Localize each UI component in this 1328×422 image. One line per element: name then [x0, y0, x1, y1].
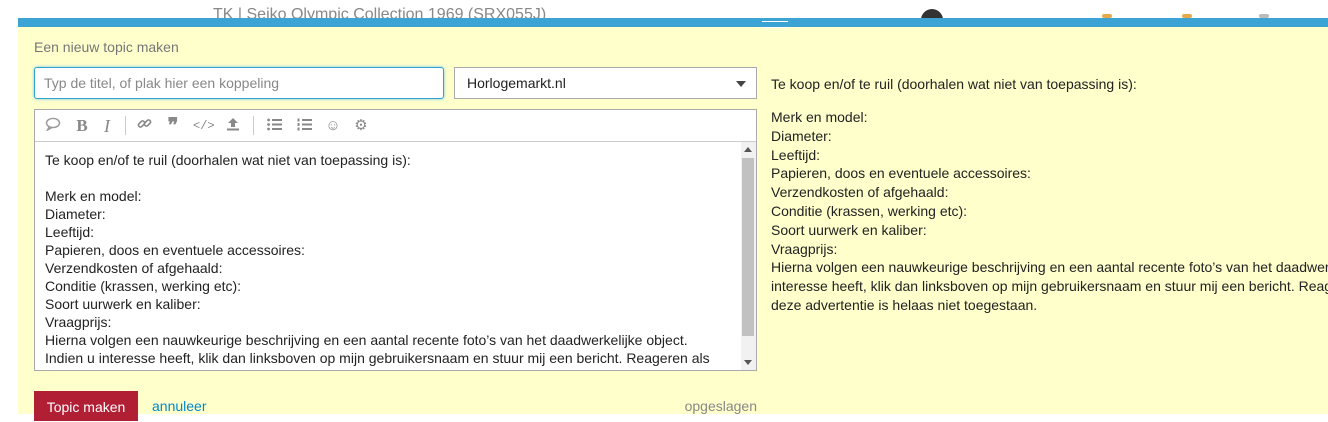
scrollbar-thumb[interactable]: [742, 158, 754, 336]
link-icon[interactable]: [134, 116, 154, 136]
preview-line: Soort uurwerk en kaliber:: [771, 221, 927, 238]
title-input[interactable]: [34, 67, 444, 99]
preview-line: deze advertentie is helaas niet toegesta…: [771, 296, 1038, 313]
toolbar-divider: [125, 116, 126, 135]
toolbar-divider: [253, 116, 254, 135]
blockquote-icon[interactable]: ❞: [163, 116, 183, 136]
preview-line: Leeftijd:: [771, 146, 821, 163]
preview-line: interesse heeft, klik dan linksboven op …: [771, 278, 1328, 295]
chevron-down-icon: [736, 81, 746, 87]
reply-textarea[interactable]: Te koop en/of te ruil (doorhalen wat nie…: [35, 142, 740, 370]
gear-icon[interactable]: ⚙: [351, 116, 371, 136]
background-topic-header: TK | Seiko Olympic Collection 1969 (SRX0…: [0, 0, 1328, 18]
background-avatar: [921, 9, 943, 18]
editor-toolbar: B I ❞ </> ☺ ⚙: [35, 110, 756, 142]
upload-icon[interactable]: [223, 116, 243, 136]
preview-line: Diameter:: [771, 127, 832, 144]
category-value: Horlogemarkt.nl: [467, 75, 566, 91]
emoji-icon[interactable]: ☺: [323, 116, 343, 136]
preview-line: Vraagprijs:: [771, 240, 838, 257]
bold-icon[interactable]: B: [72, 116, 92, 136]
scroll-up-icon[interactable]: [744, 147, 752, 152]
editor-text[interactable]: Te koop en/of te ruil (doorhalen wat nie…: [35, 142, 740, 367]
category-select[interactable]: Horlogemarkt.nl: [454, 67, 757, 99]
quote-icon[interactable]: [43, 116, 63, 136]
draft-status: opgeslagen: [684, 398, 757, 414]
numbered-list-icon[interactable]: [294, 116, 314, 136]
italic-icon[interactable]: I: [97, 116, 117, 136]
preview-line: Verzendkosten of afgehaald:: [771, 184, 949, 201]
create-topic-button[interactable]: Topic maken: [34, 391, 138, 421]
background-topic-title: TK | Seiko Olympic Collection 1969 (SRX0…: [213, 6, 547, 18]
preview-line: Merk en model:: [771, 109, 868, 125]
cancel-link[interactable]: annuleer: [152, 398, 207, 414]
editor-scrollbar[interactable]: [741, 142, 756, 370]
composer-action-label: Een nieuw topic maken: [34, 39, 179, 55]
preview-line: Conditie (krassen, werking etc):: [771, 202, 968, 219]
scroll-down-icon[interactable]: [744, 360, 752, 365]
preview-pane: Te koop en/of te ruil (doorhalen wat nie…: [771, 75, 1328, 315]
preview-line: Hierna volgen een nauwkeurige beschrijvi…: [771, 259, 1328, 276]
preview-line: Papieren, doos en eventuele accessoires:: [771, 165, 1031, 182]
preview-lines: Merk en model: Diameter: Leeftijd: Papie…: [771, 108, 1328, 315]
code-icon[interactable]: </>: [193, 116, 215, 136]
resize-grippie[interactable]: [762, 21, 788, 28]
editor: B I ❞ </> ☺ ⚙ Te koop en/of te ruil (doo…: [34, 109, 757, 371]
composer-panel: Een nieuw topic maken Horlogemarkt.nl B …: [18, 18, 1328, 421]
bullet-list-icon[interactable]: [264, 116, 284, 136]
preview-intro: Te koop en/of te ruil (doorhalen wat nie…: [771, 76, 1137, 92]
